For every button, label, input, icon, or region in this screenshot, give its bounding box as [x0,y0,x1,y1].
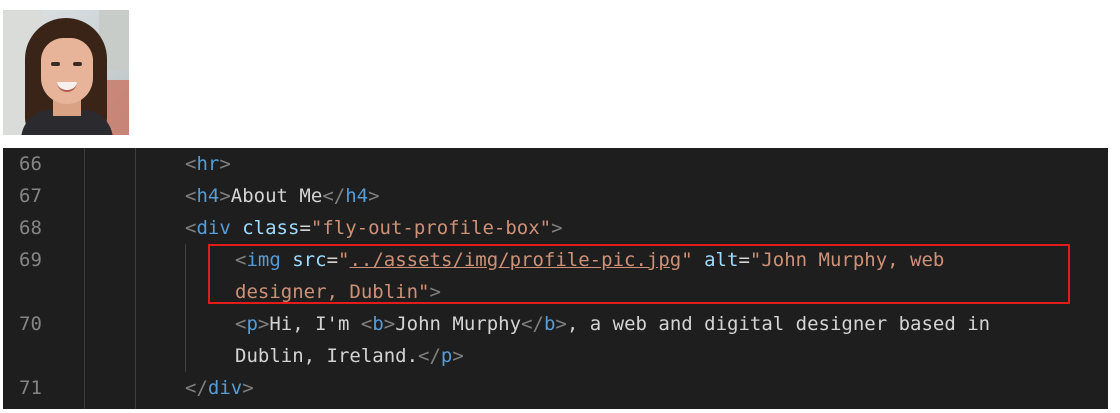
tag-name: p [246,313,258,335]
bracket: > [452,345,464,367]
bracket: > [242,377,254,399]
photo-face [41,38,93,104]
code-line-71[interactable]: </div> [185,372,254,404]
tag-name: h4 [196,185,220,207]
line-number: 67 [19,185,42,207]
line-number: 70 [19,313,42,335]
bracket: < [185,185,197,207]
bracket: < [185,153,197,175]
text-content: , a web and digital designer based in [566,313,991,335]
code-line-66[interactable]: <hr> [185,148,231,180]
bracket: > [368,185,380,207]
attribute-name: class [242,217,300,239]
bracket: </ [322,185,346,207]
indent-guide [135,148,136,409]
code-editor[interactable]: 66 67 68 69 70 71 <hr> <h4>About Me</h4>… [3,148,1108,409]
equals-sign: = [299,217,311,239]
photo-eye [51,62,60,66]
code-line-70-wrap[interactable]: Dublin, Ireland.</p> [235,340,464,372]
text-content: John Murphy [395,313,522,335]
bracket: > [555,313,567,335]
bracket: </ [521,313,544,335]
tag-name: b [543,313,556,335]
bracket: </ [418,345,441,367]
bracket: < [360,313,373,335]
indent-guide [185,244,186,372]
bracket: < [235,313,247,335]
text-content: Hi, I'm [269,313,361,335]
line-number: 71 [19,377,42,399]
highlight-box [208,244,1070,304]
text-content: About Me [230,185,323,207]
tag-name: h4 [345,185,369,207]
code-line-67[interactable]: <h4>About Me</h4> [185,180,380,212]
tag-name: b [372,313,384,335]
tag-name: div [207,377,243,399]
line-number: 66 [19,153,42,175]
bracket: </ [185,377,208,399]
gutter-divider [84,148,85,409]
tag-name: hr [196,153,220,175]
bracket: > [383,313,396,335]
photo-eye [73,62,82,66]
bracket: > [219,185,231,207]
profile-photo [3,10,129,135]
line-number: 68 [19,217,42,239]
bracket: < [185,217,197,239]
bracket: > [551,217,563,239]
tag-name: p [440,345,453,367]
line-number: 69 [19,249,42,271]
code-line-68[interactable]: <div class="fly-out-profile-box"> [185,212,563,244]
code-line-70[interactable]: <p>Hi, I'm <b>John Murphy</b>, a web and… [235,308,990,340]
bracket: > [219,153,231,175]
attribute-value: "fly-out-profile-box" [310,217,552,239]
bracket: > [257,313,270,335]
tag-name: div [196,217,231,239]
text-content: Dublin, Ireland. [235,345,419,367]
